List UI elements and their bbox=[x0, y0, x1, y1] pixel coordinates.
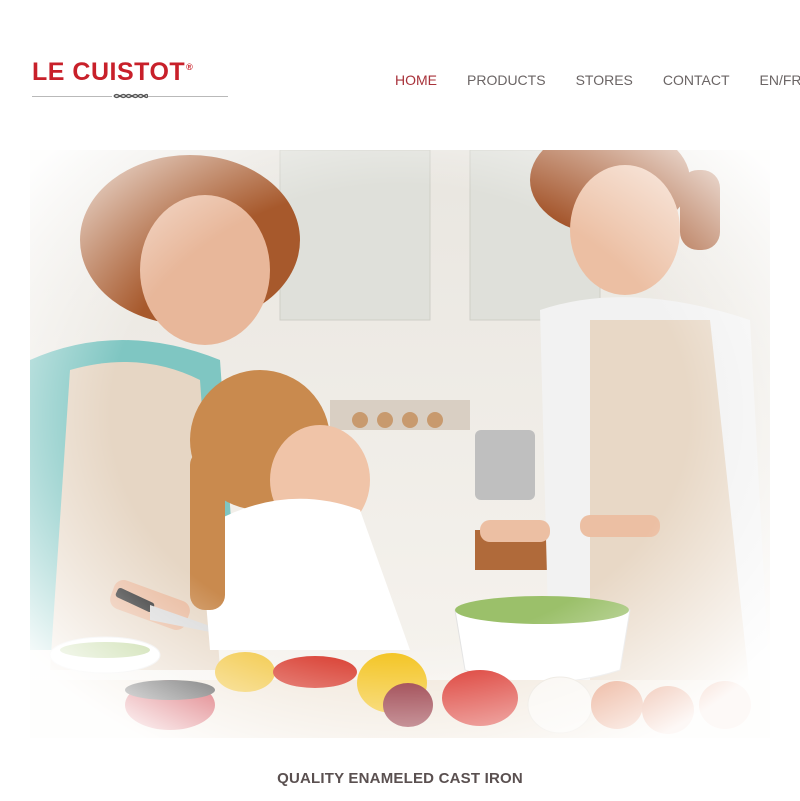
nav-stores[interactable]: STORES bbox=[576, 72, 633, 88]
brand-name: LE CUISTOT bbox=[32, 58, 186, 86]
brand-logo-wordmark: LE CUISTOT® bbox=[32, 58, 193, 87]
main-nav: HOME PRODUCTS STORES CONTACT EN/FR bbox=[395, 72, 800, 88]
tagline: QUALITY ENAMELED CAST IRON bbox=[277, 770, 523, 787]
site-header: LE CUISTOT® HOME PRODUCTS STORES CONTACT… bbox=[0, 0, 800, 140]
registered-mark: ® bbox=[186, 62, 194, 72]
hero-image bbox=[30, 150, 770, 738]
nav-contact[interactable]: CONTACT bbox=[663, 72, 730, 88]
brand-logo[interactable]: LE CUISTOT® bbox=[32, 58, 232, 106]
nav-language-toggle[interactable]: EN/FR bbox=[760, 72, 800, 88]
nav-products[interactable]: PRODUCTS bbox=[467, 72, 546, 88]
braid-ornament-icon bbox=[112, 91, 148, 101]
hero-illustration bbox=[30, 150, 770, 738]
nav-home[interactable]: HOME bbox=[395, 72, 437, 88]
